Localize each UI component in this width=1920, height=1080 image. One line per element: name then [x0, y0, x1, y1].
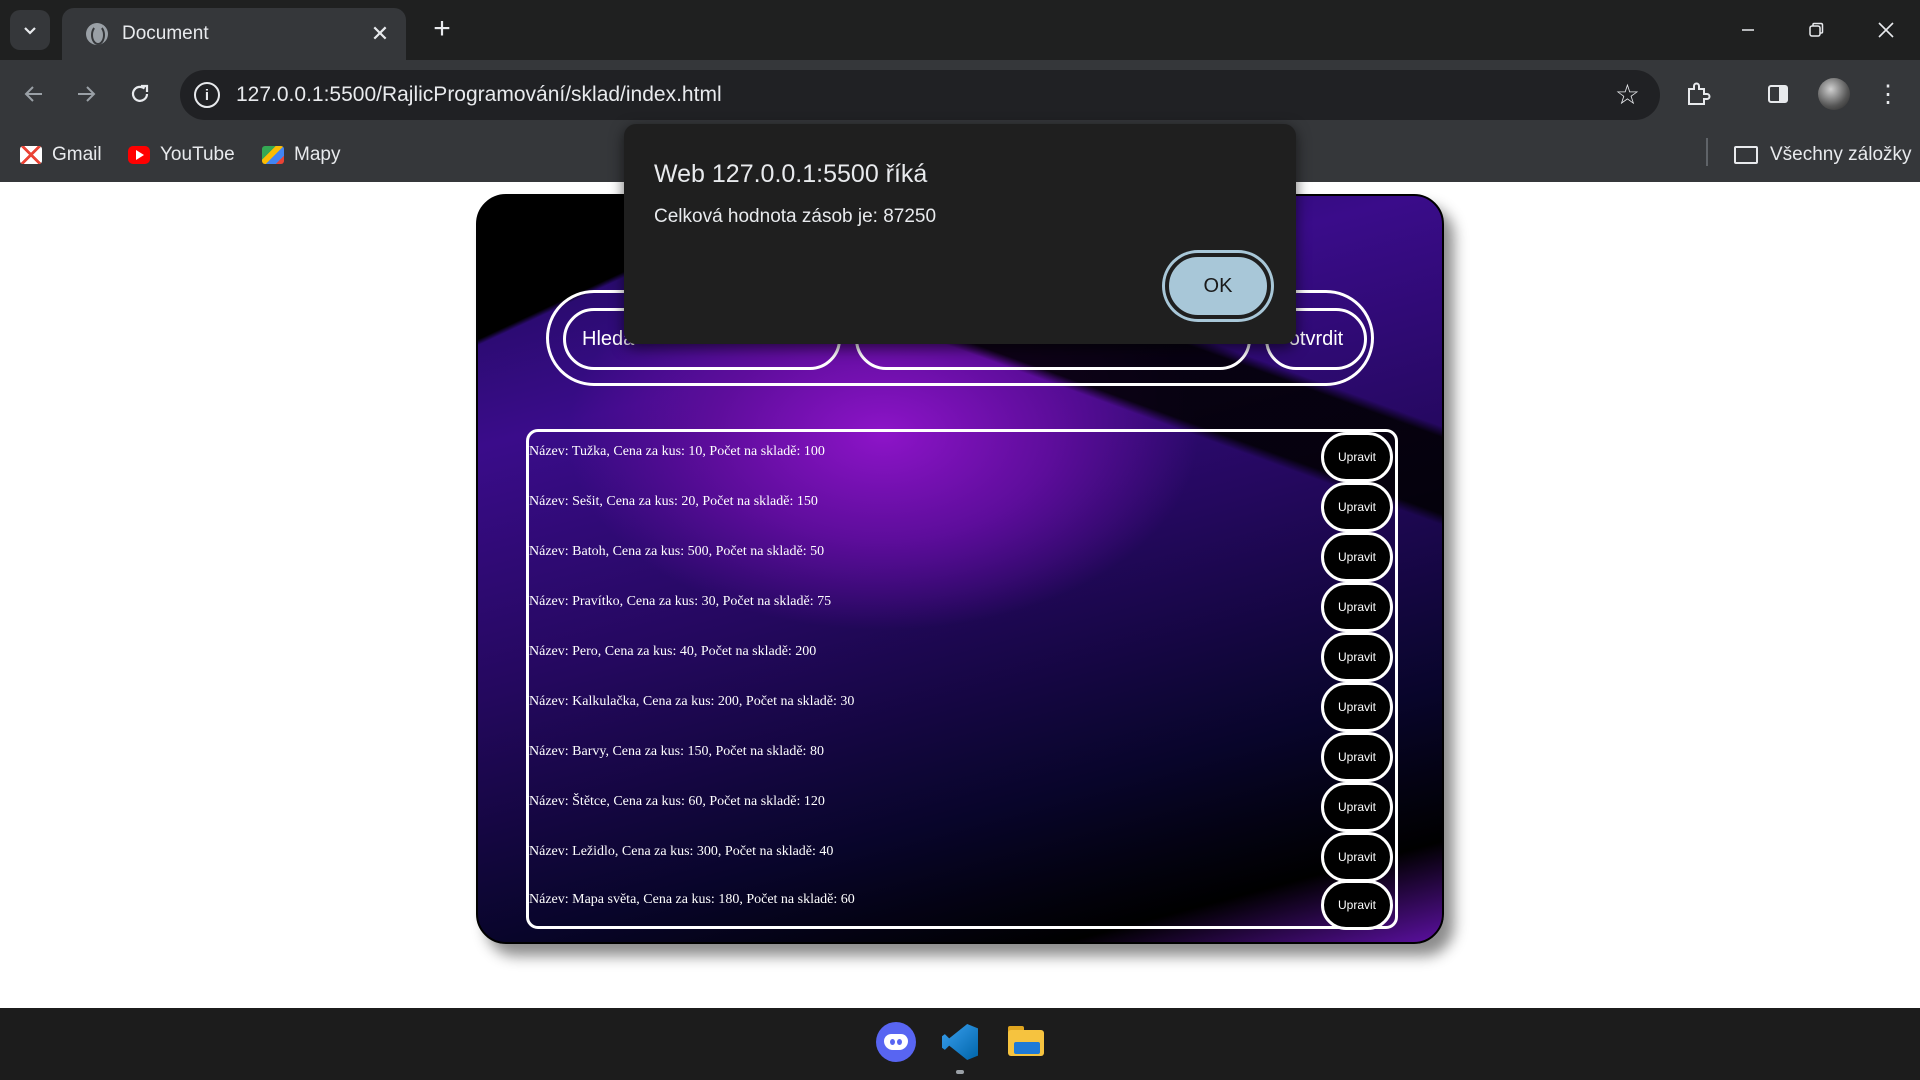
restore-icon: [1809, 22, 1824, 37]
bookmark-gmail[interactable]: Gmail: [20, 140, 102, 170]
globe-icon: [86, 23, 108, 45]
list-item: Název: Barvy, Cena za kus: 150, Počet na…: [529, 732, 1395, 782]
list-item: Název: Batoh, Cena za kus: 500, Počet na…: [529, 532, 1395, 582]
chevron-down-icon: [24, 27, 36, 35]
edit-button[interactable]: Upravit: [1321, 582, 1393, 632]
discord-logo: [884, 1034, 908, 1050]
gmail-icon: [20, 146, 42, 164]
minimize-button[interactable]: [1714, 0, 1782, 60]
list-item: Název: Pravítko, Cena za kus: 30, Počet …: [529, 582, 1395, 632]
bookmark-label: Gmail: [52, 144, 102, 165]
running-indicator: [956, 1070, 964, 1074]
bookmark-label: Mapy: [294, 144, 341, 165]
edit-button[interactable]: Upravit: [1321, 732, 1393, 782]
item-text: Název: Kalkulačka, Cena za kus: 200, Poč…: [529, 694, 855, 709]
url-text[interactable]: 127.0.0.1:5500/RajlicProgramování/sklad/…: [236, 83, 722, 107]
folder-icon: [1734, 146, 1758, 164]
list-item: Název: Pero, Cena za kus: 40, Počet na s…: [529, 632, 1395, 682]
edit-button[interactable]: Upravit: [1321, 632, 1393, 682]
edit-button[interactable]: Upravit: [1321, 532, 1393, 582]
bookmark-star-icon[interactable]: ☆: [1615, 78, 1640, 111]
list-item: Název: Mapa světa, Cena za kus: 180, Poč…: [529, 880, 1395, 930]
back-button[interactable]: [14, 74, 54, 114]
edit-button[interactable]: Upravit: [1321, 482, 1393, 532]
tab-title: Document: [122, 23, 209, 44]
discord-icon[interactable]: [876, 1022, 916, 1062]
item-text: Název: Sešit, Cena za kus: 20, Počet na …: [529, 494, 818, 509]
item-text: Název: Pravítko, Cena za kus: 30, Počet …: [529, 594, 832, 609]
confirm-label: otvrdit: [1288, 327, 1344, 350]
site-info-icon[interactable]: i: [194, 82, 220, 108]
bookmarks-separator: [1706, 138, 1708, 166]
minimize-icon: [1742, 29, 1754, 31]
forward-arrow-icon: [78, 86, 96, 102]
close-icon: [1878, 22, 1894, 38]
address-bar[interactable]: i 127.0.0.1:5500/RajlicProgramování/skla…: [180, 70, 1660, 120]
alert-dialog: Web 127.0.0.1:5500 říká Celková hodnota …: [624, 124, 1296, 344]
new-tab-button[interactable]: +: [424, 12, 460, 46]
reload-button[interactable]: [120, 74, 160, 114]
puzzle-icon: [1688, 82, 1711, 105]
vscode-logo: [942, 1024, 978, 1060]
maps-icon: [262, 146, 284, 164]
item-text: Název: Batoh, Cena za kus: 500, Počet na…: [529, 544, 825, 559]
tab-search-button[interactable]: [10, 10, 50, 50]
list-item: Název: Kalkulačka, Cena za kus: 200, Poč…: [529, 682, 1395, 732]
list-item: Název: Ležidlo, Cena za kus: 300, Počet …: [529, 832, 1395, 882]
item-text: Název: Barvy, Cena za kus: 150, Počet na…: [529, 744, 824, 759]
list-item: Název: Sešit, Cena za kus: 20, Počet na …: [529, 482, 1395, 532]
restore-button[interactable]: [1782, 0, 1850, 60]
all-bookmarks-button[interactable]: Všechny záložky: [1734, 140, 1912, 170]
browser-tab-strip: Document ✕ +: [0, 0, 1920, 60]
profile-avatar[interactable]: [1818, 78, 1850, 110]
item-text: Název: Pero, Cena za kus: 40, Počet na s…: [529, 644, 817, 659]
bookmark-mapy[interactable]: Mapy: [262, 140, 340, 170]
edit-button[interactable]: Upravit: [1321, 782, 1393, 832]
dialog-message: Celková hodnota zásob je: 87250: [654, 206, 937, 227]
vscode-icon[interactable]: [940, 1022, 980, 1062]
youtube-icon: [128, 146, 150, 164]
edit-button[interactable]: Upravit: [1321, 832, 1393, 882]
taskbar: [0, 1008, 1920, 1080]
bookmark-label: YouTube: [160, 144, 235, 165]
item-text: Název: Mapa světa, Cena za kus: 180, Poč…: [529, 892, 855, 907]
list-item: Název: Štětce, Cena za kus: 60, Počet na…: [529, 782, 1395, 832]
browser-tab[interactable]: Document ✕: [62, 8, 406, 60]
inventory-list: Název: Tužka, Cena za kus: 10, Počet na …: [526, 429, 1398, 930]
side-panel-icon[interactable]: [1760, 76, 1796, 112]
ok-button[interactable]: OK: [1165, 253, 1271, 319]
dialog-title: Web 127.0.0.1:5500 říká: [654, 160, 928, 188]
item-text: Název: Štětce, Cena za kus: 60, Počet na…: [529, 794, 825, 809]
forward-button[interactable]: [66, 74, 106, 114]
bookmark-youtube[interactable]: YouTube: [128, 140, 235, 170]
edit-button[interactable]: Upravit: [1321, 682, 1393, 732]
side-panel-shape-icon: [1768, 85, 1788, 103]
folder-front-shape: [1014, 1042, 1040, 1054]
edit-button[interactable]: Upravit: [1321, 880, 1393, 930]
close-window-button[interactable]: [1852, 0, 1920, 60]
item-text: Název: Tužka, Cena za kus: 10, Počet na …: [529, 444, 825, 459]
browser-toolbar: i 127.0.0.1:5500/RajlicProgramování/skla…: [0, 60, 1920, 128]
close-tab-icon[interactable]: ✕: [366, 21, 394, 47]
item-text: Název: Ležidlo, Cena za kus: 300, Počet …: [529, 844, 834, 859]
extensions-icon[interactable]: [1680, 76, 1716, 112]
menu-kebab-icon[interactable]: ⋮: [1870, 76, 1906, 112]
all-bookmarks-label: Všechny záložky: [1770, 144, 1912, 165]
list-item: Název: Tužka, Cena za kus: 10, Počet na …: [529, 432, 1395, 482]
back-arrow-icon: [24, 86, 42, 102]
file-explorer-icon[interactable]: [1006, 1022, 1046, 1062]
reload-icon: [131, 84, 149, 102]
edit-button[interactable]: Upravit: [1321, 432, 1393, 482]
